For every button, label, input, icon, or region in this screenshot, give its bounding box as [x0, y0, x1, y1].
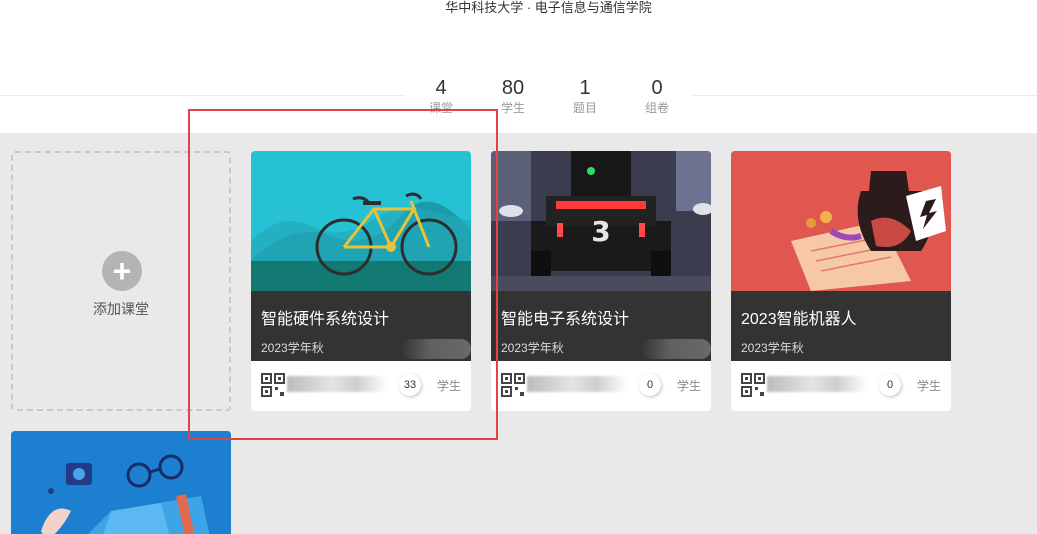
plus-icon: +: [102, 251, 142, 291]
stats-bar: 4 课堂 80 学生 1 题目 0 组卷: [405, 76, 693, 116]
stat-label: 题目: [572, 101, 597, 115]
course-term: 2023学年秋: [261, 341, 324, 355]
stat-classes[interactable]: 4 课堂: [405, 76, 477, 116]
blurred-code: [287, 376, 387, 392]
bicycle-cover-image: [251, 151, 471, 291]
course-title: 2023智能机器人: [741, 311, 857, 328]
stat-label: 组卷: [644, 101, 669, 115]
stat-label: 课堂: [428, 101, 453, 115]
course-card[interactable]: 3 智能电子系统设计 2023学年秋 0 学生: [491, 151, 711, 411]
course-title: 智能电子系统设计: [501, 311, 630, 328]
card-footer: 33 学生: [251, 361, 471, 411]
svg-text:3: 3: [591, 215, 610, 248]
course-card[interactable]: 智能硬件系统设计 2023学年秋 33 学生: [251, 151, 471, 411]
card-footer: 0 学生: [491, 361, 711, 411]
student-count-badge: 0: [639, 374, 661, 396]
student-count-label: 学生: [436, 379, 461, 393]
card-footer: 0 学生: [731, 361, 951, 411]
student-count-badge: 0: [879, 374, 901, 396]
blurred-tag: [401, 339, 471, 359]
stat-questions[interactable]: 1 题目: [549, 76, 621, 116]
student-count-badge: 33: [399, 374, 421, 396]
card-info-bar: 2023智能机器人 2023学年秋: [731, 291, 951, 361]
blurred-code: [527, 376, 627, 392]
course-term: 2023学年秋: [741, 341, 804, 355]
add-class-label: 添加课堂: [93, 301, 149, 317]
desk-cover-image: [11, 431, 231, 534]
stat-label: 学生: [500, 101, 525, 115]
course-card[interactable]: 2023智能机器人 2023学年秋 0 学生: [731, 151, 951, 411]
course-term: 2023学年秋: [501, 341, 564, 355]
stat-value: 0: [651, 77, 663, 99]
school-name: 华中科技大学 · 电子信息与通信学院: [445, 0, 652, 15]
student-count-label: 学生: [916, 379, 941, 393]
course-title: 智能硬件系统设计: [261, 311, 390, 328]
stat-value: 80: [501, 77, 525, 99]
stat-value: 1: [579, 77, 591, 99]
card-info-bar: 智能硬件系统设计 2023学年秋: [251, 291, 471, 361]
stat-papers[interactable]: 0 组卷: [621, 76, 693, 116]
qr-code-icon[interactable]: [741, 373, 765, 397]
add-class-card[interactable]: + 添加课堂: [11, 151, 231, 411]
stat-students[interactable]: 80 学生: [477, 76, 549, 116]
course-card[interactable]: [11, 431, 231, 534]
header: 华中科技大学 · 电子信息与通信学院 4 课堂 80 学生 1 题目 0 组卷: [0, 0, 1037, 133]
stat-value: 4: [435, 77, 447, 99]
robot-car-cover-image: 3: [491, 151, 711, 291]
qr-code-icon[interactable]: [501, 373, 525, 397]
qr-code-icon[interactable]: [261, 373, 285, 397]
card-info-bar: 智能电子系统设计 2023学年秋: [491, 291, 711, 361]
blurred-code: [767, 376, 867, 392]
blurred-tag: [641, 339, 711, 359]
vase-cover-image: [731, 151, 951, 291]
student-count-label: 学生: [676, 379, 701, 393]
course-grid: + 添加课堂 智能硬件系统设计 2023学年秋 33 学生 3 智能电子系统设计…: [0, 133, 1037, 534]
